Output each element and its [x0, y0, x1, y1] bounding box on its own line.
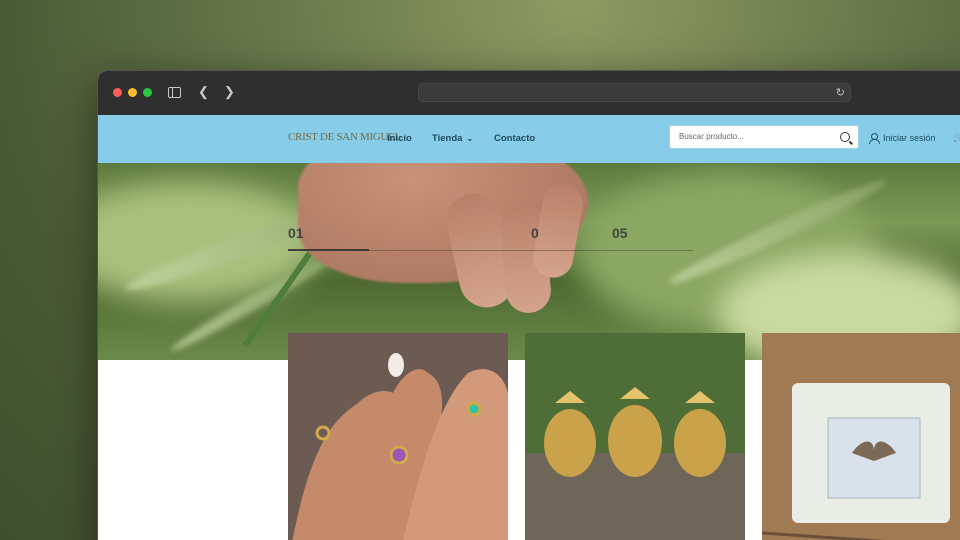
chevron-down-icon: ⌄ [466, 134, 474, 143]
sidebar-toggle-icon[interactable] [168, 87, 181, 98]
search-input[interactable] [679, 132, 829, 141]
slide-indicator-5[interactable]: 05 [612, 225, 693, 251]
close-window-button[interactable] [113, 88, 122, 97]
ganesha-figures-photo [525, 333, 745, 540]
login-link[interactable]: Iniciar sesión [869, 133, 936, 144]
nav-tienda[interactable]: Tienda ⌄ [432, 133, 473, 144]
browser-titlebar: ❮ ❯ ↻ [98, 71, 960, 115]
maximize-window-button[interactable] [143, 88, 152, 97]
user-icon [869, 133, 880, 144]
back-arrow-icon[interactable]: ❮ [198, 85, 209, 99]
cart-icon[interactable]: 🛒 [953, 132, 960, 143]
nav-tienda-label: Tienda [432, 133, 463, 144]
address-bar[interactable]: ↻ [418, 83, 851, 102]
rings-photo [288, 333, 508, 540]
slider-indicators: 01 0 05 [288, 225, 693, 251]
product-search [669, 125, 859, 149]
hero-banner: 01 0 05 [98, 163, 960, 360]
minimize-window-button[interactable] [128, 88, 137, 97]
slide-indicator-2[interactable] [369, 225, 450, 251]
product-card-rings[interactable] [288, 333, 508, 540]
page-background [98, 360, 288, 540]
site-logo[interactable]: CRIST DE SAN MIGUEL [288, 131, 401, 143]
candle-photo [762, 333, 960, 540]
slide-indicator-4[interactable]: 0 [531, 225, 612, 251]
nav-contacto[interactable]: Contacto [494, 133, 535, 144]
product-card-candle[interactable] [762, 333, 960, 540]
search-icon[interactable] [840, 132, 850, 142]
slide-indicator-3[interactable] [450, 225, 531, 251]
slide-indicator-1[interactable]: 01 [288, 225, 369, 251]
product-grid [288, 333, 960, 540]
nav-inicio[interactable]: Inicio [387, 133, 412, 144]
forward-arrow-icon[interactable]: ❯ [224, 85, 235, 99]
product-card-ganesha[interactable] [525, 333, 745, 540]
browser-window: ❮ ❯ ↻ CRIST DE SAN MIGUEL Inicio Tienda ⌄… [97, 70, 960, 540]
site-header: CRIST DE SAN MIGUEL Inicio Tienda ⌄ Conta… [98, 115, 960, 163]
login-label: Iniciar sesión [883, 133, 936, 143]
reload-icon[interactable]: ↻ [836, 86, 845, 99]
